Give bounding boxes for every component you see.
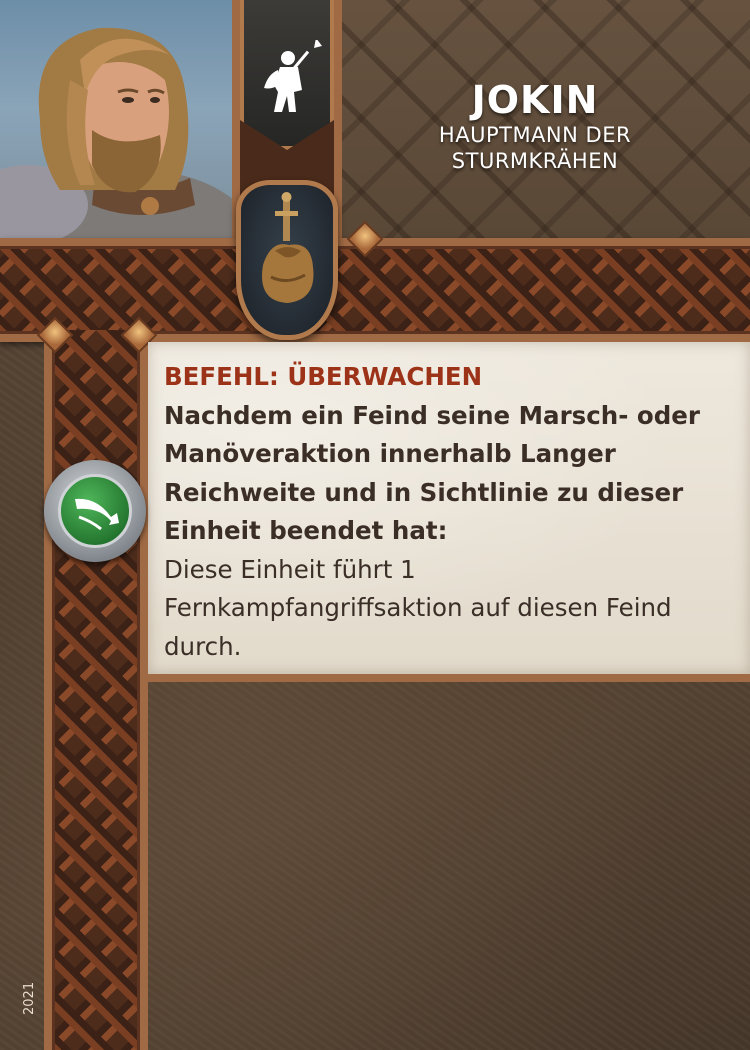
- ability-trigger-line: Nachdem ein Feind seine Marsch- oder: [164, 400, 700, 430]
- rules-panel: BEFEHL: ÜBERWACHEN Nachdem ein Feind sei…: [148, 342, 750, 682]
- ability-effect-line: Diese Einheit führt 1: [164, 554, 416, 584]
- unit-name: JOKIN: [471, 78, 599, 122]
- class-shield: [240, 0, 334, 150]
- copyright-year: 2021: [22, 981, 37, 1015]
- action-token-face: [58, 474, 132, 548]
- ability-trigger-line: Manöveraktion innerhalb Langer: [164, 439, 616, 468]
- action-token: [44, 460, 146, 562]
- ability-trigger-line: Einheit beendet hat:: [164, 516, 448, 545]
- ability-heading: BEFEHL: ÜBERWACHEN: [164, 362, 483, 391]
- bearded-warrior-portrait-image: [0, 27, 234, 240]
- portrait: [0, 0, 234, 240]
- ability-effect-line: durch.: [164, 631, 242, 661]
- frame-horizontal-band: [0, 238, 750, 342]
- rules-text: BEFEHL: ÜBERWACHEN Nachdem ein Feind sei…: [164, 358, 739, 666]
- horn-icon: [75, 498, 119, 531]
- sword-and-pouch-icon: [262, 192, 314, 303]
- unit-subtitle-line-1: HAUPTMANN DER: [438, 123, 632, 147]
- unit-subtitle-line-2: STURMKRÄHEN: [451, 149, 619, 173]
- unit-card: JOKIN HAUPTMANN DER STURMKRÄHEN BEFEHL: …: [0, 0, 750, 1050]
- ability-trigger-line: Reichweite und in Sichtlinie zu dieser: [164, 477, 684, 507]
- ability-effect-line: Fernkampfangriffsaktion auf diesen Feind: [164, 593, 672, 622]
- frame-vertical-band: [44, 330, 148, 1050]
- title-block: JOKIN HAUPTMANN DER STURMKRÄHEN: [400, 78, 670, 174]
- item-shield: [236, 180, 338, 340]
